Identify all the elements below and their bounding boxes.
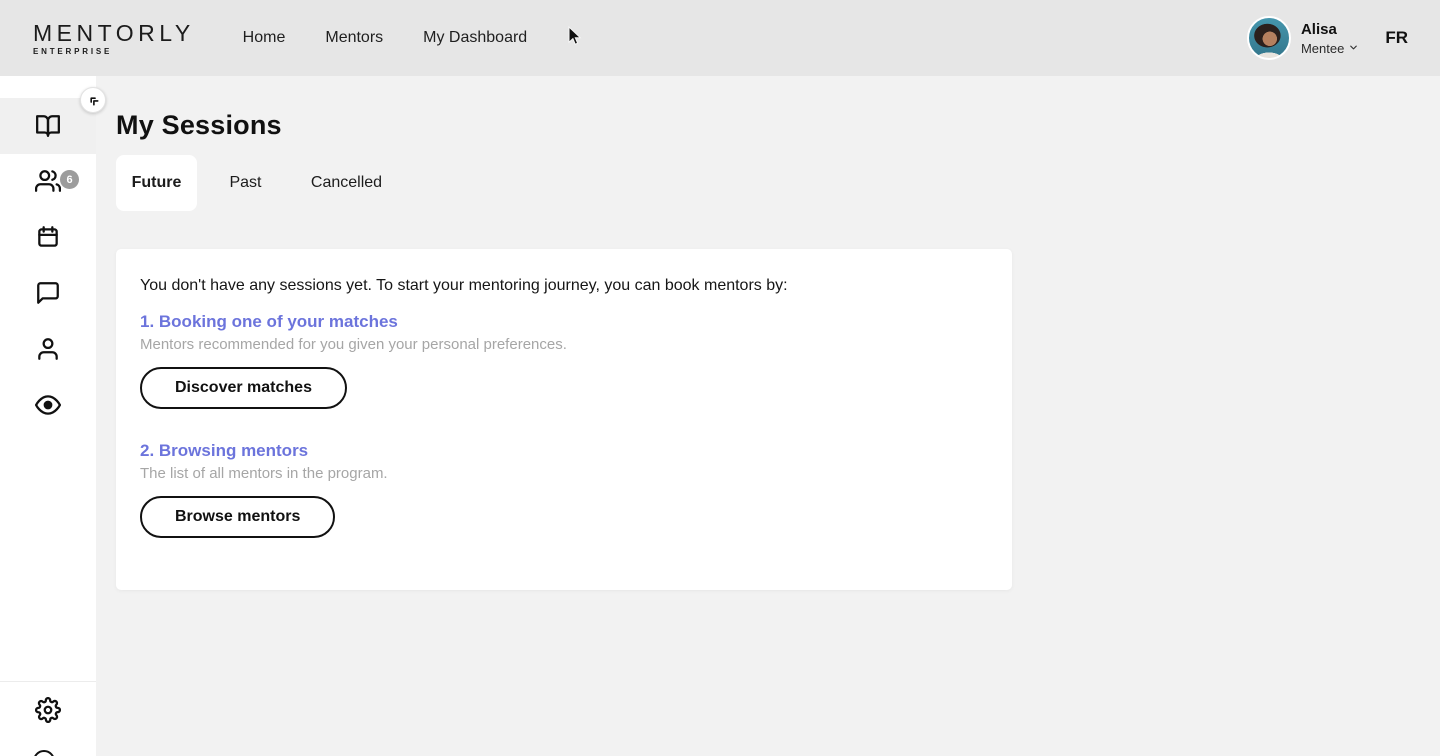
sidebar-item-matches[interactable] [0,153,96,209]
chat-icon [35,280,61,306]
nav-home[interactable]: Home [243,0,286,76]
user-name: Alisa [1301,21,1359,39]
empty-state-intro: You don't have any sessions yet. To star… [140,276,988,295]
top-nav-bar: MENTORLY ENTERPRISE Home Mentors My Dash… [0,0,1440,76]
option-1-description: Mentors recommended for you given your p… [140,336,988,353]
sidebar-item-messages[interactable] [0,265,96,321]
matches-count-badge: 6 [60,170,79,189]
role-selector[interactable]: Mentee [1301,41,1359,56]
tab-future[interactable]: Future [116,155,197,211]
logo[interactable]: MENTORLY ENTERPRISE [33,21,195,56]
calendar-icon [35,224,61,250]
partial-bottom-icon[interactable] [33,750,55,756]
sidebar-item-profile[interactable] [0,321,96,377]
sidebar-item-settings[interactable] [0,682,96,738]
logo-title: MENTORLY [33,21,195,45]
option-2-description: The list of all mentors in the program. [140,465,988,482]
page-title: My Sessions [116,109,1440,141]
avatar[interactable] [1247,16,1291,60]
sidebar: 6 [0,76,96,756]
user-icon [35,336,61,362]
users-icon [35,168,61,194]
user-info: Alisa Mentee [1301,21,1359,56]
booking-option-browse: 2. Browsing mentors The list of all ment… [140,441,988,538]
role-label: Mentee [1301,41,1344,56]
book-open-icon [35,113,61,139]
nav-my-dashboard[interactable]: My Dashboard [423,0,527,76]
main-content: My Sessions Future Past Cancelled You do… [96,76,1440,756]
booking-option-matches: 1. Booking one of your matches Mentors r… [140,312,988,409]
sidebar-item-calendar[interactable] [0,209,96,265]
chevron-down-icon [1348,41,1359,56]
collapse-chevrons-icon [87,94,100,107]
discover-matches-button[interactable]: Discover matches [140,367,347,409]
tab-cancelled[interactable]: Cancelled [294,155,399,211]
main-nav: Home Mentors My Dashboard [243,0,528,76]
eye-icon [35,392,61,418]
language-toggle[interactable]: FR [1385,28,1408,48]
session-tabs: Future Past Cancelled [116,155,1440,211]
tab-past[interactable]: Past [197,155,294,211]
empty-state-card: You don't have any sessions yet. To star… [116,249,1012,590]
nav-mentors[interactable]: Mentors [325,0,383,76]
option-1-heading: 1. Booking one of your matches [140,312,988,331]
header-user-area: Alisa Mentee FR [1247,16,1440,60]
browse-mentors-button[interactable]: Browse mentors [140,496,335,538]
logo-subtitle: ENTERPRISE [33,47,195,56]
sidebar-collapse-button[interactable] [80,87,106,113]
option-2-heading: 2. Browsing mentors [140,441,988,460]
sidebar-item-visibility[interactable] [0,377,96,433]
settings-icon [35,697,61,723]
